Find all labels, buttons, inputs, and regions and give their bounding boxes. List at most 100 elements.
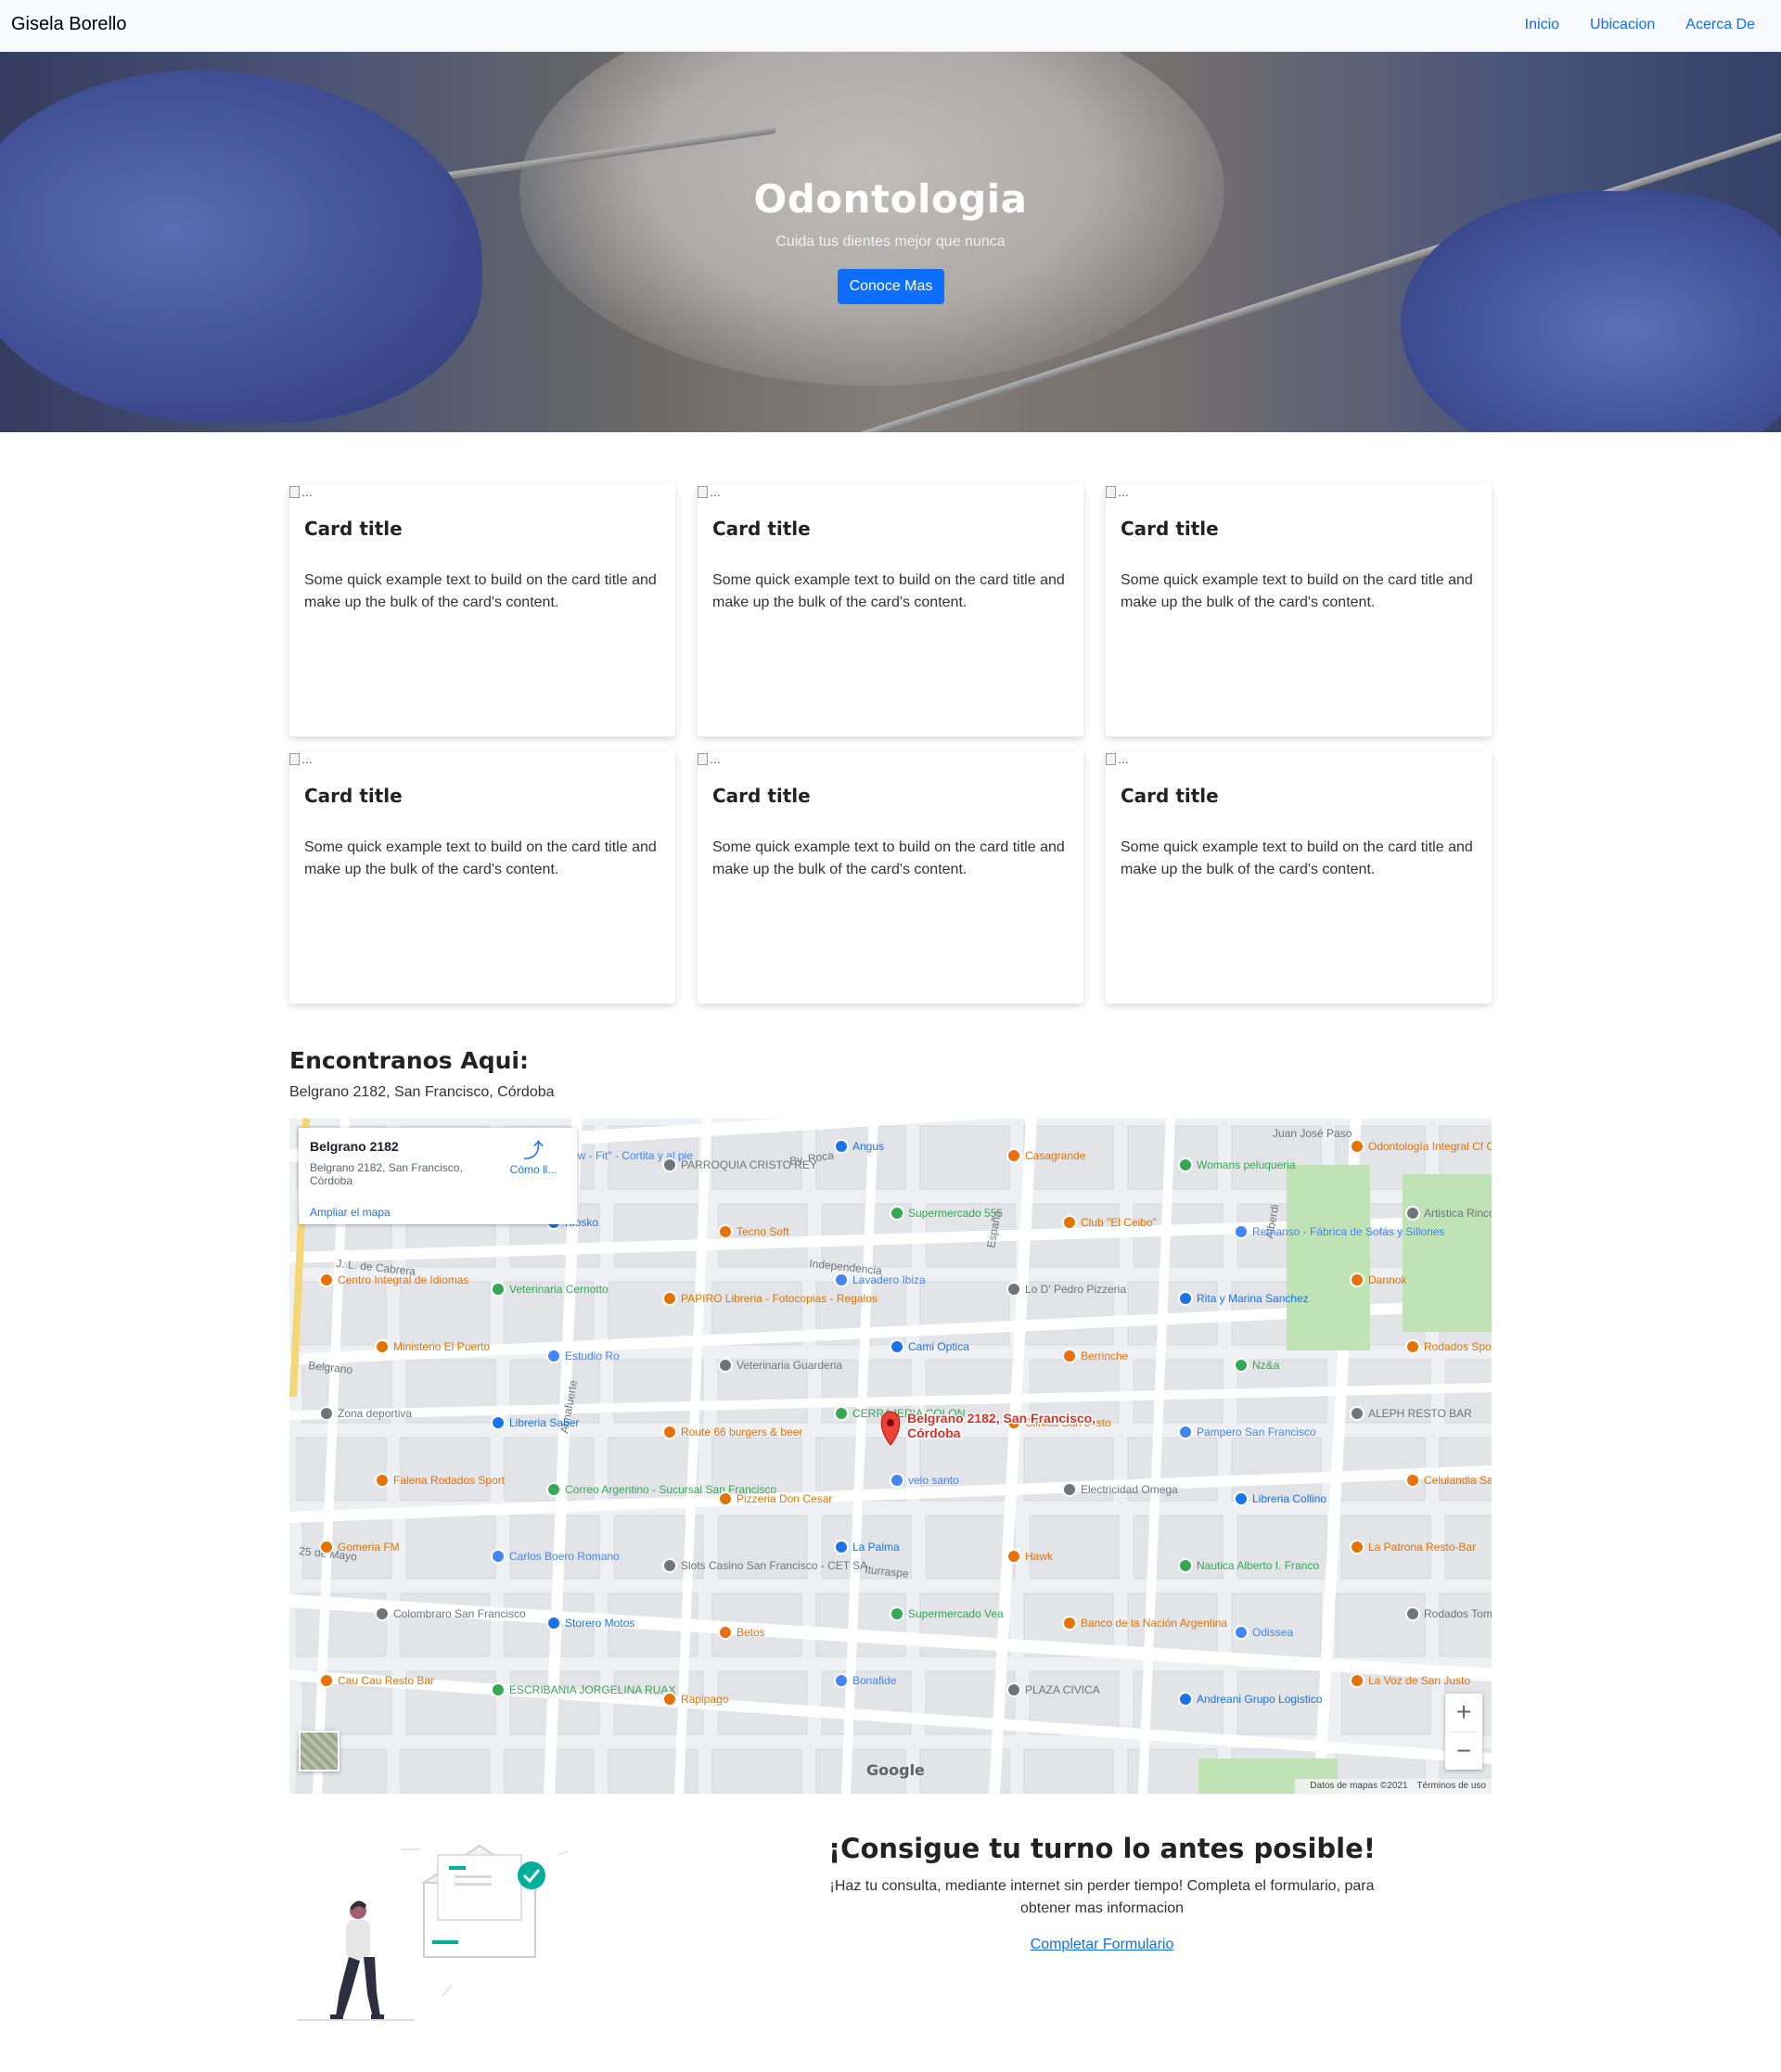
map-place-pin-icon[interactable]: [319, 1540, 334, 1554]
map-place-label[interactable]: Rapipago: [681, 1693, 729, 1706]
map-place-pin-icon[interactable]: [1006, 1282, 1021, 1297]
map-place-label[interactable]: Tecno Soft: [737, 1225, 789, 1238]
map-place-pin-icon[interactable]: [1405, 1606, 1420, 1621]
map-place-label[interactable]: Supermercado 555: [908, 1207, 1003, 1220]
map-place-label[interactable]: Angus: [852, 1140, 884, 1153]
map-place-label[interactable]: Dannok: [1368, 1273, 1407, 1286]
map-place-pin-icon[interactable]: [834, 1540, 849, 1554]
map-place-pin-icon[interactable]: [834, 1673, 849, 1688]
map-place-label[interactable]: Ministerio El Puerto: [393, 1340, 490, 1353]
map-place-pin-icon[interactable]: [1350, 1406, 1365, 1421]
map-place-label[interactable]: Artistica Rincón de Colores: [1424, 1207, 1492, 1220]
zoom-out-button[interactable]: −: [1445, 1733, 1482, 1770]
map-place-label[interactable]: Cau Cau Resto Bar: [338, 1674, 434, 1687]
map-place-label[interactable]: Libreria Collino: [1252, 1492, 1326, 1505]
map-place-pin-icon[interactable]: [1062, 1349, 1077, 1363]
map-place-label[interactable]: Route 66 burgers & beer: [681, 1426, 802, 1439]
map-place-pin-icon[interactable]: [1234, 1491, 1249, 1506]
map-place-pin-icon[interactable]: [1006, 1148, 1021, 1163]
map-place-label[interactable]: Rodados Tomatis: [1424, 1607, 1492, 1620]
nav-link-acerca-de[interactable]: Acerca De: [1685, 17, 1755, 33]
map-place-pin-icon[interactable]: [491, 1282, 506, 1297]
map-place-pin-icon[interactable]: [375, 1473, 390, 1488]
map-place-pin-icon[interactable]: [1350, 1673, 1365, 1688]
map-place-label[interactable]: Womans peluqueria: [1197, 1158, 1296, 1171]
map-place-label[interactable]: Lavadero Ibiza: [852, 1273, 926, 1286]
map-place-label[interactable]: Veterinaria Cernotto: [509, 1283, 609, 1296]
map-place-pin-icon[interactable]: [546, 1482, 561, 1497]
map-place-label[interactable]: Pampero San Francisco: [1197, 1426, 1316, 1439]
map-place-pin-icon[interactable]: [1178, 1158, 1193, 1172]
map-place-pin-icon[interactable]: [546, 1616, 561, 1631]
map-place-pin-icon[interactable]: [834, 1273, 849, 1287]
map-place-pin-icon[interactable]: [1405, 1473, 1420, 1488]
map-place-pin-icon[interactable]: [890, 1606, 904, 1621]
map-place-pin-icon[interactable]: [1062, 1616, 1077, 1631]
map-place-pin-icon[interactable]: [718, 1358, 733, 1373]
conoce-mas-button[interactable]: Conoce Mas: [838, 269, 944, 304]
map-place-label[interactable]: Electricidad Omega: [1081, 1483, 1178, 1496]
map-place-pin-icon[interactable]: [1350, 1540, 1365, 1554]
map-place-label[interactable]: Centro Integral de Idiomas: [338, 1273, 468, 1286]
map-place-label[interactable]: La Voz de San Justo: [1368, 1674, 1470, 1687]
map-place-label[interactable]: La Patrona Resto-Bar: [1368, 1541, 1476, 1554]
map-place-label[interactable]: Remanso - Fábrica de Sofás y Sillones: [1252, 1225, 1444, 1238]
map-place-pin-icon[interactable]: [1234, 1358, 1249, 1373]
map-place-label[interactable]: Nz&a: [1252, 1359, 1280, 1372]
map-place-pin-icon[interactable]: [491, 1682, 506, 1697]
map-place-label[interactable]: Veterinaria Guarderia: [737, 1359, 842, 1372]
map-place-label[interactable]: Estudio Ro: [565, 1349, 620, 1362]
map-place-label[interactable]: Slots Casino San Francisco - CET SA: [681, 1559, 867, 1572]
zoom-in-button[interactable]: +: [1445, 1694, 1482, 1731]
map-place-label[interactable]: Celulandia San Francisco: [1424, 1474, 1492, 1487]
map-place-pin-icon[interactable]: [718, 1625, 733, 1640]
map-place-pin-icon[interactable]: [662, 1425, 677, 1439]
map-place-label[interactable]: PARROQUIA CRISTO REY: [681, 1158, 817, 1171]
map-place-pin-icon[interactable]: [662, 1692, 677, 1707]
map-place-label[interactable]: Casagrande: [1025, 1149, 1086, 1162]
map-place-pin-icon[interactable]: [375, 1339, 390, 1354]
map-place-pin-icon[interactable]: [890, 1206, 904, 1221]
map-place-label[interactable]: Berrinche: [1081, 1349, 1129, 1362]
map-place-pin-icon[interactable]: [1350, 1139, 1365, 1154]
brand-name[interactable]: Gisela Borello: [11, 14, 127, 35]
map-place-label[interactable]: Cami Optica: [908, 1340, 969, 1353]
satellite-toggle[interactable]: [299, 1731, 340, 1771]
map-place-label[interactable]: Lo D' Pedro Pizzeria: [1025, 1283, 1126, 1296]
map-place-label[interactable]: velo santo: [908, 1474, 959, 1487]
map-place-pin-icon[interactable]: [319, 1406, 334, 1421]
map-place-pin-icon[interactable]: [662, 1558, 677, 1573]
map-place-label[interactable]: Supermercado Vea: [908, 1607, 1004, 1620]
map-place-pin-icon[interactable]: [1006, 1682, 1021, 1697]
expand-map-link[interactable]: Ampliar el mapa: [310, 1206, 391, 1219]
map-place-label[interactable]: PAPIRO Libreria - Fotocopias - Regalos: [681, 1292, 878, 1305]
map-place-label[interactable]: Colombraro San Francisco: [393, 1607, 526, 1620]
map-place-pin-icon[interactable]: [662, 1158, 677, 1172]
map-place-label[interactable]: Hawk: [1025, 1550, 1054, 1563]
map-place-pin-icon[interactable]: [1234, 1224, 1249, 1239]
map-place-label[interactable]: Libreria Saber: [509, 1416, 579, 1429]
map-place-label[interactable]: Club "El Ceibo": [1081, 1216, 1157, 1229]
map-terms-link[interactable]: Términos de uso: [1417, 1781, 1486, 1791]
map-place-pin-icon[interactable]: [834, 1139, 849, 1154]
map-place-label[interactable]: Bonafide: [852, 1674, 897, 1687]
map-place-pin-icon[interactable]: [890, 1339, 904, 1354]
embedded-map[interactable]: Bv. Roca J. L. de Cabrera Independencia Bel…: [289, 1119, 1492, 1794]
map-place-pin-icon[interactable]: [1350, 1273, 1365, 1287]
map-place-pin-icon[interactable]: [319, 1273, 334, 1287]
map-place-pin-icon[interactable]: [1178, 1692, 1193, 1707]
map-place-label[interactable]: Andreani Grupo Logistico: [1197, 1693, 1323, 1706]
map-place-label[interactable]: Odontología Integral Cf Carla Belén Fell…: [1368, 1140, 1492, 1153]
map-place-label[interactable]: La Palma: [852, 1541, 900, 1554]
map-place-pin-icon[interactable]: [662, 1291, 677, 1306]
map-place-label[interactable]: Falena Rodados Sport: [393, 1474, 506, 1487]
map-place-pin-icon[interactable]: [375, 1606, 390, 1621]
map-place-label[interactable]: Odissea: [1252, 1626, 1293, 1639]
map-place-label[interactable]: Rodados Sport: [1424, 1340, 1492, 1353]
map-place-pin-icon[interactable]: [1178, 1291, 1193, 1306]
nav-link-inicio[interactable]: Inicio: [1525, 17, 1559, 33]
map-place-label[interactable]: ALEPH RESTO BAR: [1368, 1407, 1472, 1420]
map-place-label[interactable]: Banco de la Nación Argentina: [1081, 1617, 1227, 1630]
map-place-pin-icon[interactable]: [1178, 1558, 1193, 1573]
map-place-label[interactable]: Nautica Alberto I. Franco: [1197, 1559, 1319, 1572]
